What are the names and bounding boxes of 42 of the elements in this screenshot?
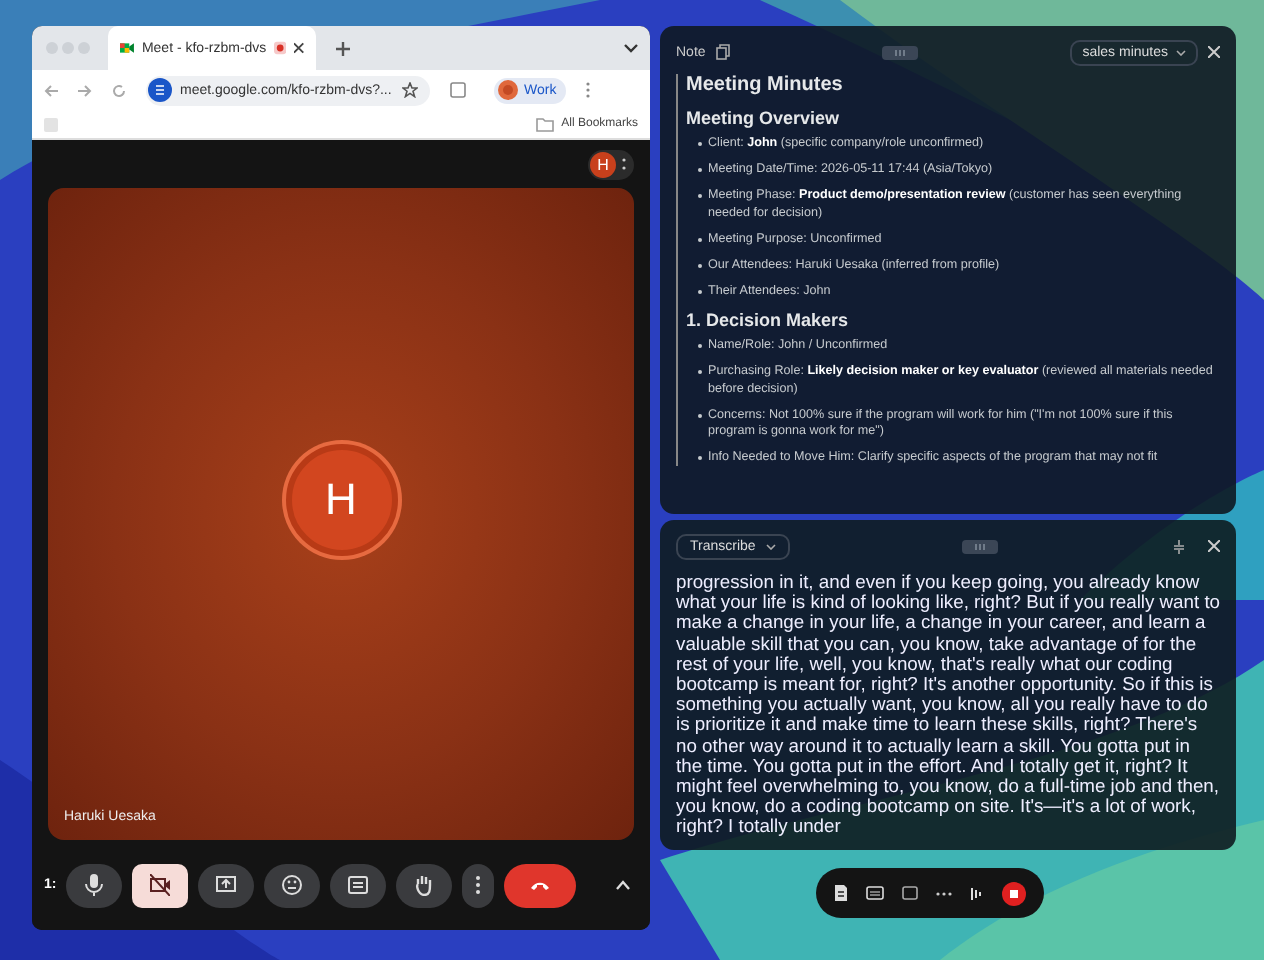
section-heading: 1. Decision Makers [686, 310, 851, 331]
captions-icon [348, 874, 369, 896]
transcript-text: progression in it, and even if you keep going, you already know what your life is kind of looking like, right? But if you really want to make a change in your life, a change in your career, and learn a valuable skill that you can, you know, take advantage of for the rest of your life, well, you know, that's really what our coding bootcamp is meant for, right? It's another opportunity. So if this is something you actually want, you know, all you really have to do is prioritize it and make time to learn these skills, right? There's no other way around it to actually learn a skill. You gotta put in the time. You gotta put in the effort. And I totally get it, right? It might feel overwhelming to, you know, do a full-time job and then, you know, do a coding bootcamp on site. It's—it's a lot of work, right? I totally under [676, 572, 1220, 838]
meet-logo-icon [120, 40, 134, 56]
chevron-down-icon [1176, 49, 1186, 55]
mic-button[interactable] [66, 863, 123, 907]
new-tab-icon[interactable] [336, 41, 350, 55]
emoji-button[interactable] [264, 863, 321, 907]
collapse-icon[interactable] [1172, 539, 1186, 553]
audio-level-icon[interactable] [970, 885, 985, 901]
hand-button[interactable] [396, 863, 453, 907]
camera-off-icon [150, 874, 171, 896]
emoji-icon [282, 874, 303, 896]
site-icon [148, 78, 172, 102]
present-icon [216, 874, 237, 896]
captions-button[interactable] [330, 863, 387, 907]
close-icon[interactable] [294, 42, 304, 54]
chevron-down-icon [765, 543, 776, 549]
square-icon[interactable] [901, 886, 918, 900]
star-icon[interactable] [402, 82, 418, 98]
participant-chip[interactable]: H [588, 149, 634, 179]
stop-recording-icon[interactable] [1002, 881, 1027, 905]
camera-button[interactable] [132, 863, 189, 907]
drag-handle-icon[interactable] [882, 45, 918, 59]
leave-call-button[interactable] [504, 863, 577, 907]
present-button[interactable] [198, 863, 255, 907]
avatar: H [590, 151, 616, 177]
captions-icon[interactable] [865, 886, 884, 900]
drag-handle-icon[interactable] [962, 539, 999, 553]
section-heading: Meeting Overview [686, 108, 842, 128]
mic-icon [84, 874, 105, 896]
profile-avatar-icon [498, 80, 518, 100]
chevron-down-icon[interactable] [624, 43, 638, 53]
note-heading: Meeting Minutes [686, 74, 845, 96]
copy-icon[interactable] [715, 44, 730, 60]
chevron-up-icon[interactable] [616, 880, 630, 890]
extensions-icon[interactable] [450, 82, 466, 98]
document-icon[interactable] [833, 884, 848, 902]
more-button[interactable] [462, 863, 495, 907]
avatar: H [285, 443, 397, 555]
folder-icon [535, 117, 554, 131]
hand-icon [414, 874, 435, 896]
